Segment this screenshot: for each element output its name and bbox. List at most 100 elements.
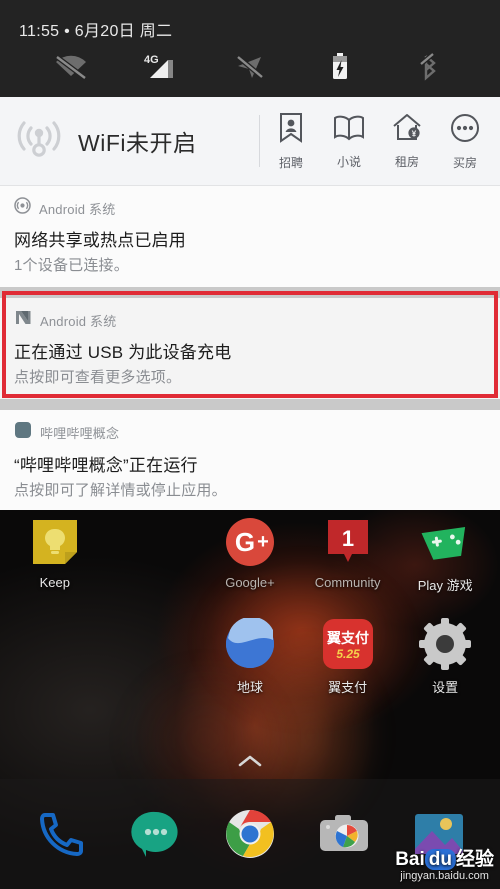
notification-title: “哔哩哔哩概念”正在运行 xyxy=(14,456,198,475)
app-google-plus[interactable]: G + Google+ xyxy=(201,516,299,594)
location-off-icon[interactable] xyxy=(228,50,272,84)
notification-title: 网络共享或热点已启用 xyxy=(14,231,186,250)
app-row: 地球 翼支付 5.25 翼支付 设置 xyxy=(0,594,500,696)
notification-hotspot[interactable]: Android 系统 网络共享或热点已启用 1个设备已连接。 xyxy=(0,186,500,287)
shortcut-novel[interactable]: 小说 xyxy=(320,113,378,170)
app-keep[interactable]: Keep xyxy=(6,516,104,594)
notification-app-name: Android 系统 xyxy=(40,313,117,329)
notification-app-row: Android 系统 xyxy=(0,309,500,334)
shortcut-rent[interactable]: ¥ 租房 xyxy=(378,112,436,170)
watermark-brand-a: Bai xyxy=(395,848,425,870)
svg-text:4G: 4G xyxy=(144,54,159,66)
app-drawer-chevron-icon[interactable] xyxy=(0,753,500,773)
watermark-brand-b: du xyxy=(424,848,456,870)
watermark: Bai du 经验 jingyan.baidu.com xyxy=(395,848,494,883)
app-label: Google+ xyxy=(225,575,275,590)
google-plus-icon: G + xyxy=(224,516,276,568)
app-label: Community xyxy=(314,575,381,590)
app-bestpay[interactable]: 翼支付 5.25 翼支付 xyxy=(299,618,397,696)
wifi-broadcast-icon xyxy=(14,116,64,167)
wifi-off-icon[interactable] xyxy=(49,50,93,84)
play-games-icon xyxy=(419,516,471,568)
person-banner-icon xyxy=(276,112,306,149)
phone-icon[interactable] xyxy=(34,807,88,861)
app-empty-slot xyxy=(6,618,104,696)
app-play-games[interactable]: Play 游戏 xyxy=(396,516,494,594)
watermark-brand-c: 经验 xyxy=(455,848,494,870)
notification-text: 1个设备已连接。 xyxy=(14,257,129,274)
android-n-icon xyxy=(14,309,32,331)
blank-icon xyxy=(29,618,81,670)
earth-icon xyxy=(224,616,276,670)
notification-text: 点按即可查看更多选项。 xyxy=(14,369,182,386)
community-icon: 1 xyxy=(322,516,374,568)
shortcut-label: 买房 xyxy=(452,155,477,170)
notification-title: 正在通过 USB 为此设备充电 xyxy=(14,343,232,362)
quick-status-icons: 4G xyxy=(0,41,500,89)
blank-icon xyxy=(126,516,178,568)
svg-text:翼支付: 翼支付 xyxy=(326,630,369,646)
wifi-status-header[interactable]: WiFi未开启 招聘 小说 ¥ 租房 买房 xyxy=(0,97,500,186)
app-community[interactable]: 1 Community xyxy=(299,516,397,594)
open-book-icon xyxy=(332,113,366,148)
clock-separator: • xyxy=(64,23,71,40)
chrome-icon[interactable] xyxy=(223,807,277,861)
notification-bilibili[interactable]: 哔哩哔哩概念 “哔哩哔哩概念”正在运行 点按即可了解详情或停止应用。 xyxy=(0,410,500,518)
clock-time: 11:55 xyxy=(19,23,60,40)
blank-icon xyxy=(126,618,178,670)
wifi-status-group[interactable]: WiFi未开启 xyxy=(14,116,259,167)
camera-icon[interactable] xyxy=(317,807,371,861)
shortcut-recruitment[interactable]: 招聘 xyxy=(262,112,320,171)
svg-text:5.25: 5.25 xyxy=(336,647,360,661)
watermark-brand: Bai du 经验 xyxy=(395,848,494,871)
cellular-4g-icon[interactable]: 4G xyxy=(138,50,182,84)
app-earth[interactable]: 地球 xyxy=(201,616,299,696)
notification-gap xyxy=(0,289,500,298)
notification-gap xyxy=(0,401,500,410)
app-empty-slot xyxy=(104,618,202,696)
bluetooth-off-icon[interactable] xyxy=(407,50,451,84)
svg-text:G: G xyxy=(235,527,255,557)
battery-charging-icon[interactable] xyxy=(318,50,362,84)
notification-shade: WiFi未开启 招聘 小说 ¥ 租房 买房 Android 系统 网络共享或热点… xyxy=(0,97,500,518)
header-shortcuts: 招聘 小说 ¥ 租房 买房 xyxy=(262,112,494,171)
status-bar-clock: 11:55 • 6月20日 周二 xyxy=(0,0,500,41)
header-divider xyxy=(259,115,260,167)
keep-icon xyxy=(29,516,81,568)
messages-icon[interactable] xyxy=(129,807,183,861)
hotspot-icon xyxy=(14,197,31,219)
notification-app-name: Android 系统 xyxy=(39,201,116,217)
notification-text: 点按即可了解详情或停止应用。 xyxy=(14,482,227,499)
shortcut-buy-house[interactable]: 买房 xyxy=(436,112,494,171)
notification-app-row: Android 系统 xyxy=(0,197,500,222)
app-row: Keep G + Google+ 1 Community Play 游戏 xyxy=(0,510,500,594)
svg-text:¥: ¥ xyxy=(412,130,417,139)
notification-app-row: 哔哩哔哩概念 xyxy=(0,421,500,447)
house-coin-icon: ¥ xyxy=(391,112,423,148)
app-grid: Keep G + Google+ 1 Community Play 游戏 地球 … xyxy=(0,510,500,696)
shortcut-label: 小说 xyxy=(336,154,361,169)
bilibili-concept-icon xyxy=(14,421,32,444)
shortcut-label: 租房 xyxy=(394,155,419,169)
svg-text:+: + xyxy=(257,531,269,553)
app-label: Play 游戏 xyxy=(417,578,473,593)
app-label: Keep xyxy=(39,575,70,590)
settings-gear-icon xyxy=(419,618,472,670)
wifi-status-label: WiFi未开启 xyxy=(78,130,197,156)
svg-text:1: 1 xyxy=(341,526,353,551)
status-bar: 11:55 • 6月20日 周二 4G xyxy=(0,0,500,97)
home-screen: Keep G + Google+ 1 Community Play 游戏 地球 … xyxy=(0,510,500,889)
app-label: 翼支付 xyxy=(328,680,368,695)
bestpay-icon: 翼支付 5.25 xyxy=(322,618,374,670)
notification-app-name: 哔哩哔哩概念 xyxy=(40,426,120,441)
notification-usb-charging[interactable]: Android 系统 正在通过 USB 为此设备充电 点按即可查看更多选项。 xyxy=(0,298,500,399)
shortcut-label: 招聘 xyxy=(278,155,303,170)
app-empty-slot xyxy=(104,516,202,594)
app-settings[interactable]: 设置 xyxy=(396,618,494,696)
clock-date: 6月20日 周二 xyxy=(74,23,173,40)
app-label: 地球 xyxy=(236,680,263,695)
dots-circle-icon xyxy=(449,112,481,149)
watermark-url: jingyan.baidu.com xyxy=(400,870,489,883)
app-label: 设置 xyxy=(432,680,459,695)
notification-list: Android 系统 网络共享或热点已启用 1个设备已连接。 Android 系… xyxy=(0,186,500,518)
